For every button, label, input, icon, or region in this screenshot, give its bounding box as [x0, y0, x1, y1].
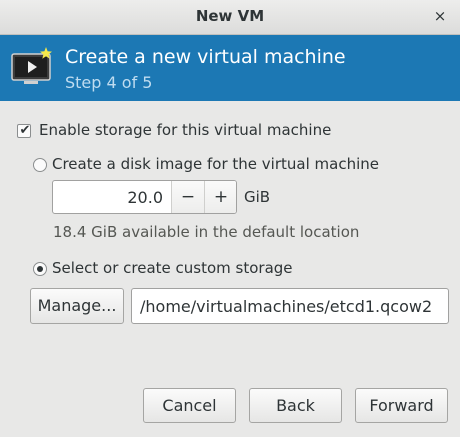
create-disk-radio[interactable]	[33, 158, 47, 172]
radio-selected-dot	[37, 266, 43, 272]
virtual-machine-icon	[11, 47, 52, 84]
cancel-button[interactable]: Cancel	[143, 388, 236, 423]
wizard-step: Step 4 of 5	[65, 73, 153, 92]
storage-path-input[interactable]	[131, 288, 449, 324]
manage-button[interactable]: Manage...	[30, 288, 124, 324]
close-icon[interactable]: ×	[430, 6, 450, 26]
back-button[interactable]: Back	[249, 388, 342, 423]
disk-size-spinbutton: − +	[52, 180, 237, 214]
wizard-title: Create a new virtual machine	[65, 46, 346, 68]
window-title: New VM	[195, 7, 265, 25]
enable-storage-label[interactable]: Enable storage for this virtual machine	[39, 121, 331, 139]
custom-storage-label[interactable]: Select or create custom storage	[52, 259, 293, 277]
enable-storage-checkbox[interactable]: ✔	[17, 123, 31, 138]
checkmark-icon: ✔	[19, 123, 31, 138]
wizard-header: Create a new virtual machine Step 4 of 5	[0, 35, 460, 101]
disk-size-input[interactable]	[53, 181, 171, 213]
custom-storage-radio[interactable]	[33, 262, 47, 276]
size-unit-label: GiB	[244, 188, 271, 206]
decrement-button[interactable]: −	[171, 181, 204, 213]
create-disk-label[interactable]: Create a disk image for the virtual mach…	[52, 155, 379, 173]
available-space-text: 18.4 GiB available in the default locati…	[53, 223, 360, 241]
forward-button[interactable]: Forward	[355, 388, 448, 423]
title-bar: New VM ×	[0, 0, 460, 35]
increment-button[interactable]: +	[204, 181, 236, 213]
